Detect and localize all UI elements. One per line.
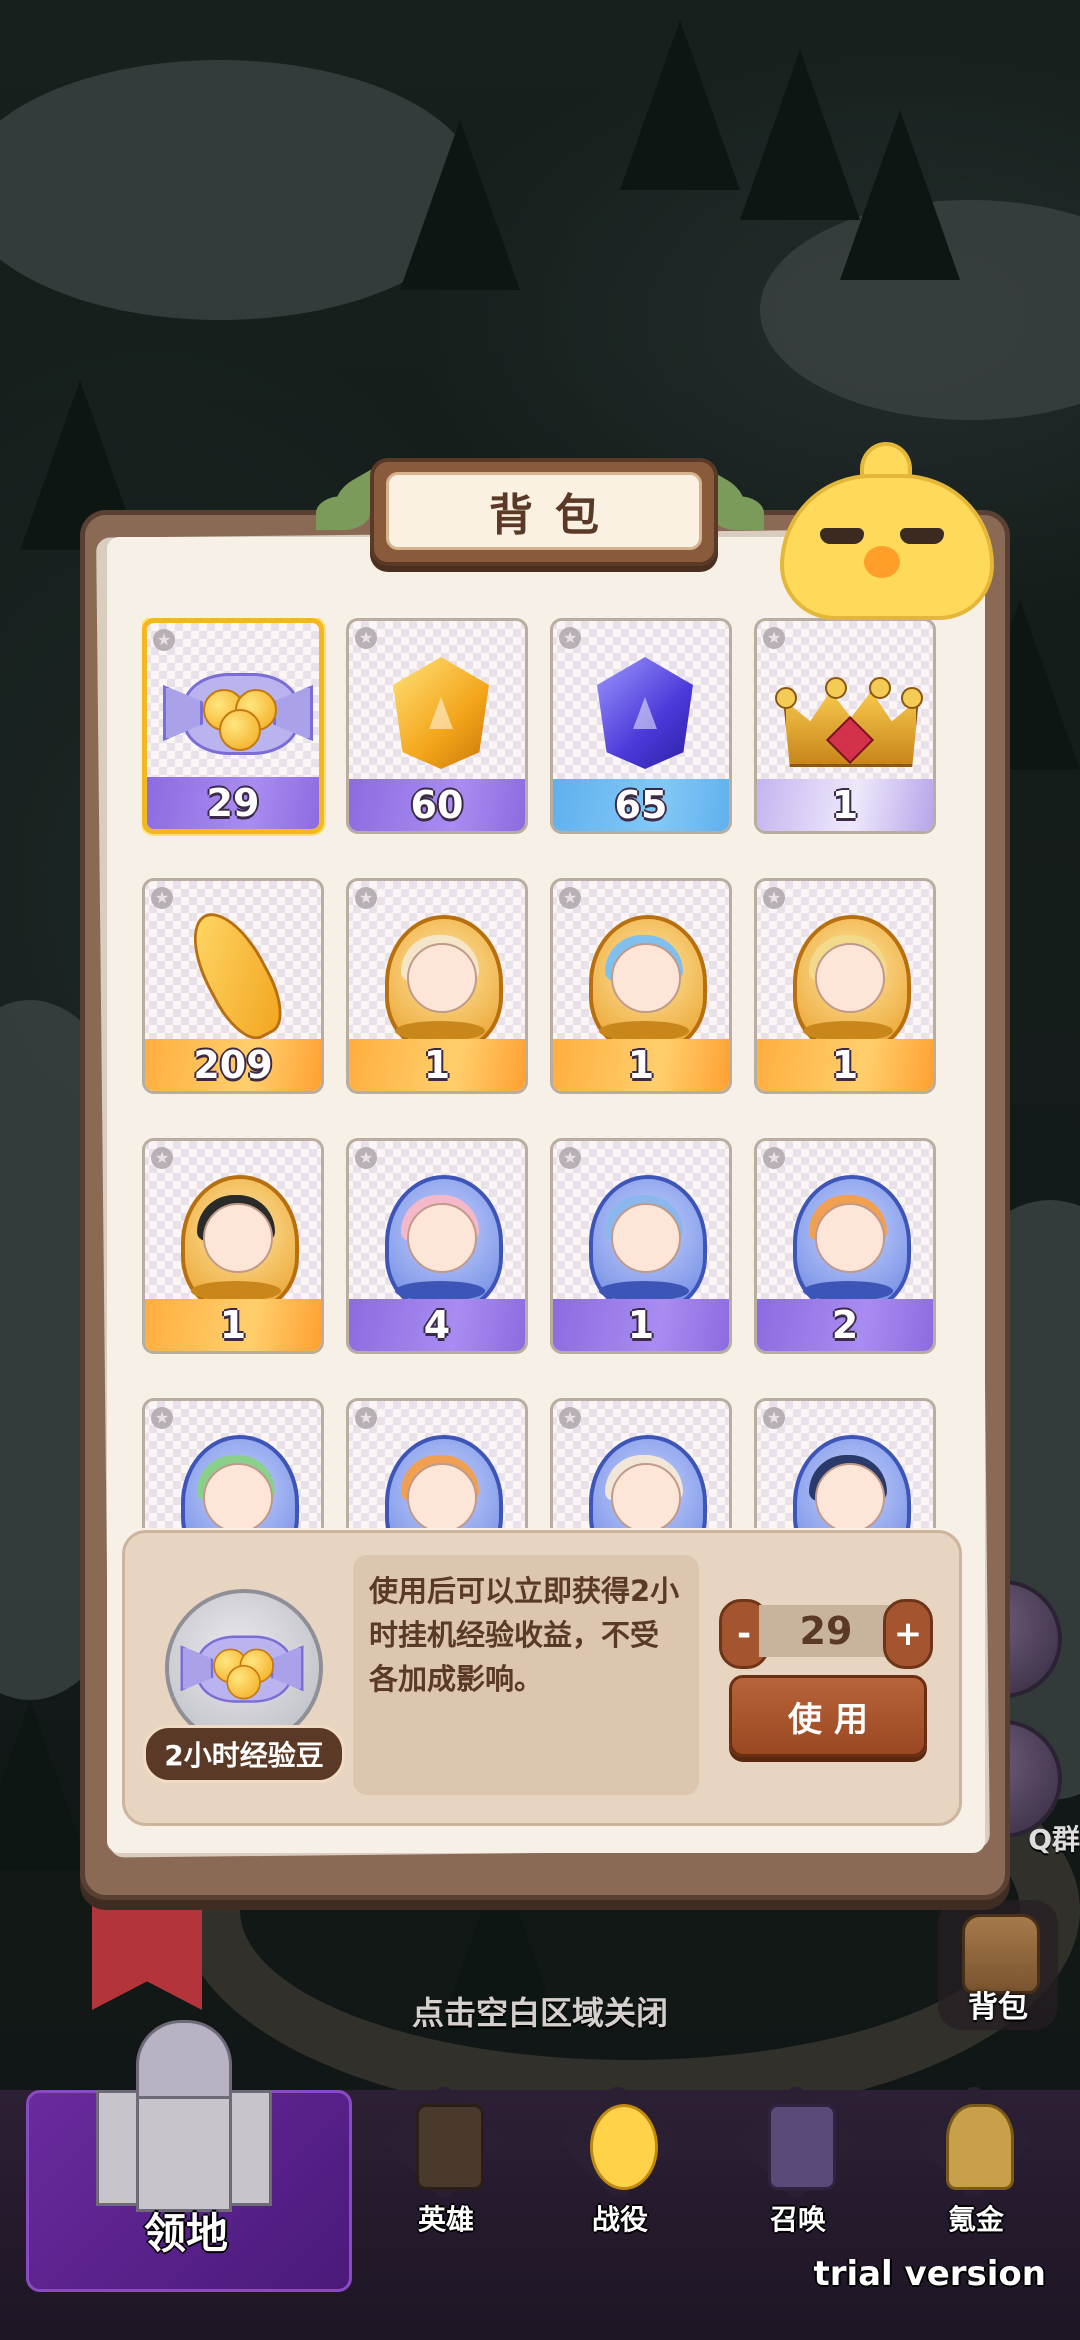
item-count: 1 (757, 1039, 933, 1091)
chick-warrior-icon (558, 2082, 678, 2210)
increase-button[interactable]: + (883, 1599, 933, 1669)
item-name-label: 2小时经验豆 (143, 1725, 345, 1783)
item-slot[interactable]: ★ 1 (550, 878, 732, 1094)
item-detail-box: 2小时经验豆 使用后可以立即获得2小时挂机经验收益，不受各加成影响。 - 29 … (122, 1530, 962, 1826)
hero-shard-icon (371, 1425, 509, 1528)
hero-shard-icon (779, 905, 917, 1051)
item-slot[interactable]: ★ 209 (142, 878, 324, 1094)
item-count: 60 (349, 779, 525, 831)
item-count: 1 (553, 1039, 729, 1091)
item-slot[interactable]: ★ (754, 1398, 936, 1528)
crown-icon (773, 651, 923, 771)
treasure-icon (914, 2082, 1034, 2210)
item-slot[interactable]: ★ 2 (754, 1138, 936, 1354)
rarity-star-icon: ★ (355, 627, 377, 649)
hero-shard-icon (575, 905, 713, 1051)
hero-shard-icon (167, 1165, 305, 1311)
item-slot[interactable]: ★ 1 (550, 1138, 732, 1354)
nav-summon-label: 召唤 (769, 2203, 826, 2236)
title-plate: 背包 (316, 458, 764, 566)
item-count: 1 (553, 1299, 729, 1351)
item-slot[interactable]: ★ 1 (754, 618, 936, 834)
chick-mascot (780, 432, 994, 620)
hero-shard-icon (575, 1165, 713, 1311)
rarity-star-icon: ★ (559, 627, 581, 649)
item-count: 65 (553, 779, 729, 831)
nav-heroes-label: 英雄 (417, 2203, 474, 2236)
nav-battle-label: 战役 (591, 2203, 648, 2236)
item-count: 1 (349, 1039, 525, 1091)
nav-home[interactable]: 领地 (26, 2020, 352, 2340)
hero-shard-icon (779, 1165, 917, 1311)
hero-shard-icon (371, 905, 509, 1051)
nav-summon[interactable]: 召唤 (718, 2082, 878, 2340)
item-count: 1 (757, 779, 933, 831)
nav-battle[interactable]: 战役 (540, 2082, 700, 2340)
castle-icon (96, 2020, 272, 2212)
item-slot[interactable]: ★ (550, 1398, 732, 1528)
candy-icon (163, 659, 313, 759)
item-count: 29 (147, 777, 319, 829)
item-slot[interactable]: ★ 4 (346, 1138, 528, 1354)
item-slot[interactable]: ★ 60 (346, 618, 528, 834)
chick-eye (820, 528, 864, 544)
item-count: 2 (757, 1299, 933, 1351)
nav-home-label: 领地 (143, 2209, 228, 2258)
nav-shop[interactable]: 氪金 (896, 2082, 1056, 2340)
selected-item-icon (165, 1589, 323, 1747)
item-description: 使用后可以立即获得2小时挂机经验收益，不受各加成影响。 (353, 1555, 699, 1795)
book-icon (384, 2082, 504, 2210)
item-slot[interactable]: ★ (346, 1398, 528, 1528)
item-slot[interactable]: ★ (142, 1398, 324, 1528)
summon-altar-icon (736, 2082, 856, 2210)
item-slot[interactable]: ★ 1 (346, 878, 528, 1094)
trial-watermark: trial version (813, 2254, 1046, 2294)
hero-shard-icon (779, 1425, 917, 1528)
quantity-stepper: - 29 + (719, 1599, 933, 1669)
hero-shard-icon (371, 1165, 509, 1311)
nav-shop-label: 氪金 (947, 2203, 1004, 2236)
item-slot[interactable]: ★ 1 (142, 1138, 324, 1354)
item-count: 4 (349, 1299, 525, 1351)
chick-beak (864, 546, 900, 578)
candy-icon (180, 1624, 304, 1706)
hero-shard-icon (167, 1425, 305, 1528)
item-count: 1 (145, 1299, 321, 1351)
rarity-star-icon: ★ (153, 629, 175, 651)
bottom-nav: 领地 英雄 战役 召唤 氪金 (0, 2020, 1080, 2340)
quantity-value[interactable]: 29 (759, 1605, 893, 1657)
title-frame: 背包 (370, 458, 718, 566)
item-count: 209 (145, 1039, 321, 1091)
group-label: Q群 (1028, 1823, 1080, 1856)
rarity-star-icon: ★ (763, 627, 785, 649)
panel-title: 背包 (489, 490, 621, 541)
use-button[interactable]: 使用 (729, 1675, 927, 1757)
item-grid: ★ 29 ★ 60 ★ 65 ★ 1 ★ 209 ★ 1 ★ 1 ★ 1 ★ 1 ★ 4 ★ 1 ★ 2 ★ ★ ★ ★ (142, 618, 942, 1528)
hero-shard-icon (575, 1425, 713, 1528)
item-slot[interactable]: ★ 65 (550, 618, 732, 834)
nav-heroes[interactable]: 英雄 (366, 2082, 526, 2340)
chick-eye (900, 528, 944, 544)
item-slot[interactable]: ★ 1 (754, 878, 936, 1094)
feather-icon (175, 900, 296, 1050)
rarity-star-icon: ★ (151, 887, 173, 909)
item-slot[interactable]: ★ 29 (142, 618, 324, 834)
